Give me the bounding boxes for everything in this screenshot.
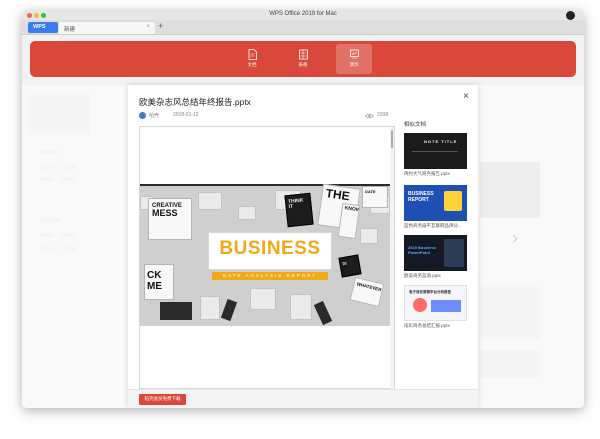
related-thumbnail: NOTE TITLE — [404, 133, 467, 169]
paper-card — [290, 294, 312, 320]
thumb-graphic — [444, 239, 464, 267]
author-name: 稻壳 — [149, 113, 160, 119]
slide-cover: CREATIVE MESS THINK IT THE KNOWN DATE DI — [140, 184, 390, 326]
new-document-tab[interactable]: 新建 × — [59, 22, 155, 34]
thumb-line — [412, 151, 458, 152]
slide-preview[interactable]: CREATIVE MESS THINK IT THE KNOWN DATE DI — [139, 126, 395, 390]
paper-card — [200, 296, 220, 320]
related-docs-title: 相似文档 — [404, 122, 427, 128]
view-count: 2308 — [377, 112, 389, 118]
ribbon-item-document[interactable]: 文档 — [234, 44, 270, 74]
document-title: 欧美杂志风总结年终报告.pptx — [139, 97, 251, 107]
tab-bar: WPS 新建 × + — [22, 20, 584, 35]
post-date: 2018-01-12 — [173, 112, 199, 118]
card-ck-me: CK ME — [144, 264, 174, 300]
dark-block — [160, 302, 192, 320]
card-me-text: ME — [147, 280, 162, 292]
slide-subtitle: DATE ANALYSIS REPORT — [212, 272, 328, 280]
window-title: WPS Office 2019 for Mac — [269, 11, 337, 17]
thumb-graphic — [413, 298, 427, 312]
download-button[interactable]: 稻壳会员免费下载 — [139, 394, 186, 405]
thumb-graphic — [444, 191, 462, 211]
thumb-text: 2019 Business PowerPoint — [408, 245, 436, 255]
card-ck-text: CK — [147, 270, 162, 281]
user-avatar-icon[interactable] — [566, 11, 575, 20]
scrollbar-thumb[interactable] — [391, 130, 393, 148]
new-document-ribbon: 文档 表格 演示 — [30, 41, 576, 77]
thumb-graphic — [431, 300, 461, 312]
title-bar: WPS Office 2019 for Mac — [22, 10, 584, 20]
slide-headline: BUSINESS — [219, 238, 321, 259]
document-meta: 稻壳 2018-01-12 2308 — [139, 112, 395, 122]
template-preview-dialog: 欧美杂志风总结年终报告.pptx × 稻壳 2018-01-12 2308 CR… — [128, 85, 478, 408]
wps-tab-label: WPS — [33, 24, 46, 30]
card-whatever-text: WHATEVER — [356, 281, 382, 293]
add-tab-button[interactable]: + — [158, 21, 163, 31]
card-dark-text: DI — [342, 260, 347, 267]
dark-block — [220, 298, 238, 322]
ribbon-label-spreadsheet: 表格 — [298, 62, 308, 67]
card-dark: DI — [338, 254, 362, 278]
card-known-text: KNOWN — [344, 205, 361, 214]
spreadsheet-icon — [298, 49, 308, 60]
close-tab-icon[interactable]: × — [146, 24, 150, 30]
card-the-text: THE — [324, 186, 351, 204]
related-caption: 炫彩商务总结汇报.pptx — [404, 323, 450, 328]
document-icon — [248, 49, 257, 60]
card-think-it: THINK IT — [284, 192, 314, 228]
dark-block — [313, 300, 333, 326]
slide-edge — [140, 184, 390, 186]
thumb-text: 电子商务营销平台分析报告 — [409, 290, 451, 294]
wps-home-tab[interactable]: WPS — [28, 22, 58, 33]
paper-card — [238, 206, 256, 220]
download-bar: 稻壳会员免费下载 — [128, 389, 478, 408]
eye-icon — [365, 113, 374, 119]
thumb-text: NOTE TITLE — [424, 139, 458, 144]
card-think-it-text: THINK IT — [287, 197, 304, 211]
card-mess-text: MESS — [152, 208, 178, 219]
ribbon-label-presentation: 演示 — [349, 62, 359, 67]
related-thumbnail: BUSINESS REPORT — [404, 185, 467, 221]
close-dialog-icon[interactable]: × — [463, 91, 469, 102]
app-window: WPS Office 2019 for Mac WPS 新建 × + 文档 表格… — [22, 10, 584, 408]
headline-box: BUSINESS — [208, 232, 332, 270]
related-caption: 欧美商务蓝调.pptx — [404, 273, 441, 278]
card-date: DATE — [362, 186, 388, 208]
card-creative: CREATIVE MESS — [148, 198, 192, 240]
ribbon-item-presentation[interactable]: 演示 — [336, 44, 372, 74]
card-known: KNOWN — [337, 202, 361, 240]
paper-card — [360, 228, 378, 244]
related-caption: 蓝色商务扁平互联网品牌分... — [404, 223, 462, 228]
preview-scrollbar[interactable] — [390, 127, 394, 390]
new-document-tab-label: 新建 — [64, 27, 76, 33]
related-thumbnail: 2019 Business PowerPoint — [404, 235, 467, 271]
paper-card — [198, 192, 222, 210]
ribbon-item-spreadsheet[interactable]: 表格 — [285, 44, 321, 74]
related-caption: 简约大气商务报告.pptx — [404, 171, 450, 176]
ribbon-label-document: 文档 — [247, 62, 257, 67]
author-avatar — [139, 112, 146, 119]
thumb-text: BUSINESS REPORT — [408, 191, 434, 203]
related-thumbnail: 电子商务营销平台分析报告 — [404, 285, 467, 321]
paper-card — [250, 288, 276, 310]
presentation-icon — [349, 49, 359, 60]
card-whatever: WHATEVER — [349, 276, 385, 308]
card-date-text: DATE — [365, 189, 376, 194]
